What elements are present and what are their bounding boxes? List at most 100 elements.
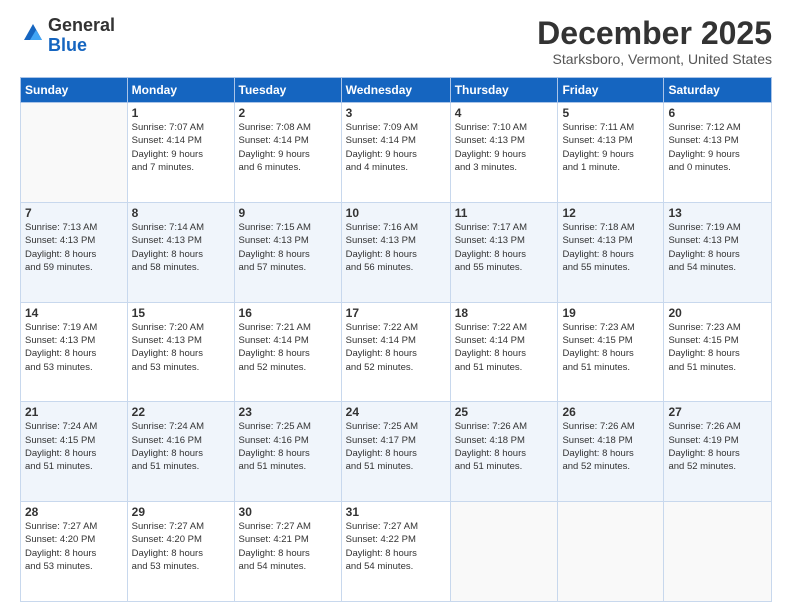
day-number: 6 bbox=[668, 106, 767, 120]
day-info: Sunrise: 7:07 AM Sunset: 4:14 PM Dayligh… bbox=[132, 121, 230, 174]
calendar-day-cell: 1Sunrise: 7:07 AM Sunset: 4:14 PM Daylig… bbox=[127, 103, 234, 203]
logo-blue-text: Blue bbox=[48, 35, 87, 55]
day-info: Sunrise: 7:09 AM Sunset: 4:14 PM Dayligh… bbox=[346, 121, 446, 174]
calendar-header-row: SundayMondayTuesdayWednesdayThursdayFrid… bbox=[21, 78, 772, 103]
day-number: 30 bbox=[239, 505, 337, 519]
logo-icon bbox=[22, 22, 44, 44]
day-number: 15 bbox=[132, 306, 230, 320]
day-number: 18 bbox=[455, 306, 554, 320]
day-number: 28 bbox=[25, 505, 123, 519]
day-info: Sunrise: 7:25 AM Sunset: 4:16 PM Dayligh… bbox=[239, 420, 337, 473]
calendar-day-cell: 29Sunrise: 7:27 AM Sunset: 4:20 PM Dayli… bbox=[127, 502, 234, 602]
calendar-day-cell: 26Sunrise: 7:26 AM Sunset: 4:18 PM Dayli… bbox=[558, 402, 664, 502]
logo: General Blue bbox=[20, 16, 115, 56]
day-of-week-header: Sunday bbox=[21, 78, 128, 103]
day-number: 19 bbox=[562, 306, 659, 320]
day-info: Sunrise: 7:27 AM Sunset: 4:20 PM Dayligh… bbox=[25, 520, 123, 573]
day-info: Sunrise: 7:26 AM Sunset: 4:18 PM Dayligh… bbox=[455, 420, 554, 473]
day-info: Sunrise: 7:21 AM Sunset: 4:14 PM Dayligh… bbox=[239, 321, 337, 374]
day-number: 4 bbox=[455, 106, 554, 120]
calendar-day-cell: 28Sunrise: 7:27 AM Sunset: 4:20 PM Dayli… bbox=[21, 502, 128, 602]
day-of-week-header: Thursday bbox=[450, 78, 558, 103]
day-info: Sunrise: 7:26 AM Sunset: 4:18 PM Dayligh… bbox=[562, 420, 659, 473]
calendar-day-cell: 13Sunrise: 7:19 AM Sunset: 4:13 PM Dayli… bbox=[664, 202, 772, 302]
day-number: 16 bbox=[239, 306, 337, 320]
calendar-week-row: 1Sunrise: 7:07 AM Sunset: 4:14 PM Daylig… bbox=[21, 103, 772, 203]
calendar-week-row: 21Sunrise: 7:24 AM Sunset: 4:15 PM Dayli… bbox=[21, 402, 772, 502]
day-number: 10 bbox=[346, 206, 446, 220]
month-title: December 2025 bbox=[537, 16, 772, 51]
day-number: 7 bbox=[25, 206, 123, 220]
calendar-day-cell: 23Sunrise: 7:25 AM Sunset: 4:16 PM Dayli… bbox=[234, 402, 341, 502]
day-number: 12 bbox=[562, 206, 659, 220]
calendar-day-cell: 21Sunrise: 7:24 AM Sunset: 4:15 PM Dayli… bbox=[21, 402, 128, 502]
day-number: 3 bbox=[346, 106, 446, 120]
day-number: 26 bbox=[562, 405, 659, 419]
day-number: 31 bbox=[346, 505, 446, 519]
day-of-week-header: Tuesday bbox=[234, 78, 341, 103]
day-info: Sunrise: 7:24 AM Sunset: 4:15 PM Dayligh… bbox=[25, 420, 123, 473]
calendar-day-cell: 30Sunrise: 7:27 AM Sunset: 4:21 PM Dayli… bbox=[234, 502, 341, 602]
calendar-day-cell bbox=[21, 103, 128, 203]
day-of-week-header: Friday bbox=[558, 78, 664, 103]
calendar-day-cell: 6Sunrise: 7:12 AM Sunset: 4:13 PM Daylig… bbox=[664, 103, 772, 203]
day-info: Sunrise: 7:10 AM Sunset: 4:13 PM Dayligh… bbox=[455, 121, 554, 174]
day-info: Sunrise: 7:19 AM Sunset: 4:13 PM Dayligh… bbox=[25, 321, 123, 374]
day-number: 21 bbox=[25, 405, 123, 419]
calendar-day-cell: 18Sunrise: 7:22 AM Sunset: 4:14 PM Dayli… bbox=[450, 302, 558, 402]
day-of-week-header: Wednesday bbox=[341, 78, 450, 103]
calendar-day-cell: 17Sunrise: 7:22 AM Sunset: 4:14 PM Dayli… bbox=[341, 302, 450, 402]
day-info: Sunrise: 7:24 AM Sunset: 4:16 PM Dayligh… bbox=[132, 420, 230, 473]
day-info: Sunrise: 7:22 AM Sunset: 4:14 PM Dayligh… bbox=[346, 321, 446, 374]
day-info: Sunrise: 7:27 AM Sunset: 4:22 PM Dayligh… bbox=[346, 520, 446, 573]
calendar-week-row: 28Sunrise: 7:27 AM Sunset: 4:20 PM Dayli… bbox=[21, 502, 772, 602]
calendar-day-cell: 19Sunrise: 7:23 AM Sunset: 4:15 PM Dayli… bbox=[558, 302, 664, 402]
page: General Blue December 2025 Starksboro, V… bbox=[0, 0, 792, 612]
day-info: Sunrise: 7:27 AM Sunset: 4:21 PM Dayligh… bbox=[239, 520, 337, 573]
day-info: Sunrise: 7:17 AM Sunset: 4:13 PM Dayligh… bbox=[455, 221, 554, 274]
calendar-day-cell bbox=[664, 502, 772, 602]
day-number: 8 bbox=[132, 206, 230, 220]
day-number: 17 bbox=[346, 306, 446, 320]
day-info: Sunrise: 7:23 AM Sunset: 4:15 PM Dayligh… bbox=[668, 321, 767, 374]
calendar-day-cell: 22Sunrise: 7:24 AM Sunset: 4:16 PM Dayli… bbox=[127, 402, 234, 502]
day-number: 23 bbox=[239, 405, 337, 419]
day-info: Sunrise: 7:16 AM Sunset: 4:13 PM Dayligh… bbox=[346, 221, 446, 274]
calendar-day-cell: 2Sunrise: 7:08 AM Sunset: 4:14 PM Daylig… bbox=[234, 103, 341, 203]
calendar-day-cell: 20Sunrise: 7:23 AM Sunset: 4:15 PM Dayli… bbox=[664, 302, 772, 402]
day-info: Sunrise: 7:25 AM Sunset: 4:17 PM Dayligh… bbox=[346, 420, 446, 473]
calendar-day-cell: 25Sunrise: 7:26 AM Sunset: 4:18 PM Dayli… bbox=[450, 402, 558, 502]
calendar-day-cell: 31Sunrise: 7:27 AM Sunset: 4:22 PM Dayli… bbox=[341, 502, 450, 602]
calendar-day-cell: 14Sunrise: 7:19 AM Sunset: 4:13 PM Dayli… bbox=[21, 302, 128, 402]
calendar-day-cell: 27Sunrise: 7:26 AM Sunset: 4:19 PM Dayli… bbox=[664, 402, 772, 502]
day-number: 11 bbox=[455, 206, 554, 220]
day-number: 2 bbox=[239, 106, 337, 120]
calendar-day-cell: 16Sunrise: 7:21 AM Sunset: 4:14 PM Dayli… bbox=[234, 302, 341, 402]
day-info: Sunrise: 7:12 AM Sunset: 4:13 PM Dayligh… bbox=[668, 121, 767, 174]
day-number: 1 bbox=[132, 106, 230, 120]
day-number: 13 bbox=[668, 206, 767, 220]
calendar-day-cell bbox=[450, 502, 558, 602]
title-area: December 2025 Starksboro, Vermont, Unite… bbox=[537, 16, 772, 67]
calendar-day-cell: 8Sunrise: 7:14 AM Sunset: 4:13 PM Daylig… bbox=[127, 202, 234, 302]
day-number: 29 bbox=[132, 505, 230, 519]
day-info: Sunrise: 7:15 AM Sunset: 4:13 PM Dayligh… bbox=[239, 221, 337, 274]
calendar-day-cell: 5Sunrise: 7:11 AM Sunset: 4:13 PM Daylig… bbox=[558, 103, 664, 203]
day-info: Sunrise: 7:22 AM Sunset: 4:14 PM Dayligh… bbox=[455, 321, 554, 374]
day-info: Sunrise: 7:18 AM Sunset: 4:13 PM Dayligh… bbox=[562, 221, 659, 274]
day-number: 5 bbox=[562, 106, 659, 120]
location: Starksboro, Vermont, United States bbox=[537, 51, 772, 67]
day-number: 20 bbox=[668, 306, 767, 320]
day-number: 24 bbox=[346, 405, 446, 419]
day-info: Sunrise: 7:23 AM Sunset: 4:15 PM Dayligh… bbox=[562, 321, 659, 374]
day-number: 9 bbox=[239, 206, 337, 220]
day-number: 22 bbox=[132, 405, 230, 419]
day-info: Sunrise: 7:08 AM Sunset: 4:14 PM Dayligh… bbox=[239, 121, 337, 174]
calendar-week-row: 14Sunrise: 7:19 AM Sunset: 4:13 PM Dayli… bbox=[21, 302, 772, 402]
day-info: Sunrise: 7:26 AM Sunset: 4:19 PM Dayligh… bbox=[668, 420, 767, 473]
calendar-day-cell: 3Sunrise: 7:09 AM Sunset: 4:14 PM Daylig… bbox=[341, 103, 450, 203]
calendar-day-cell: 9Sunrise: 7:15 AM Sunset: 4:13 PM Daylig… bbox=[234, 202, 341, 302]
calendar-day-cell: 11Sunrise: 7:17 AM Sunset: 4:13 PM Dayli… bbox=[450, 202, 558, 302]
logo-general-text: General bbox=[48, 15, 115, 35]
day-number: 27 bbox=[668, 405, 767, 419]
